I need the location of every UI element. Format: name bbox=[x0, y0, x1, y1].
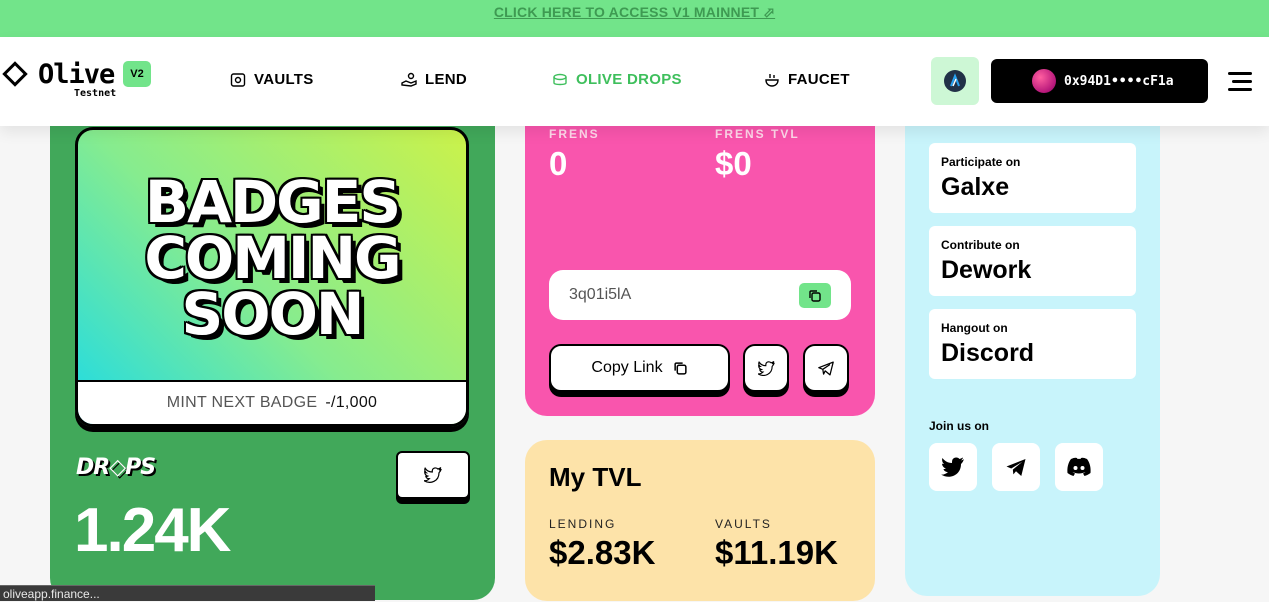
discord-link[interactable]: Hangout on Discord bbox=[929, 309, 1136, 379]
frens-value: 0 bbox=[549, 145, 568, 182]
galxe-link[interactable]: Participate on Galxe bbox=[929, 143, 1136, 213]
hamburger-icon[interactable] bbox=[1228, 72, 1252, 96]
twitter-icon bbox=[424, 467, 442, 483]
logo-diamond-icon bbox=[2, 61, 28, 87]
arbitrum-icon bbox=[944, 70, 966, 92]
telegram-icon bbox=[818, 360, 834, 376]
nav-label: VAULTS bbox=[254, 71, 314, 88]
badge-coming-soon-text: BADGES COMING SOON bbox=[144, 168, 401, 348]
copy-icon bbox=[673, 361, 687, 375]
discord-icon bbox=[1067, 457, 1091, 476]
twitter-icon bbox=[941, 457, 964, 477]
lending-value: $2.83K bbox=[549, 534, 656, 571]
copy-code-button[interactable] bbox=[799, 283, 831, 308]
mainnet-link[interactable]: CLICK HERE TO ACCESS V1 MAINNET ⬀ bbox=[494, 4, 775, 21]
mint-count: -/1,000 bbox=[325, 394, 378, 411]
faucet-icon bbox=[765, 73, 779, 87]
vaults-label: VAULTS bbox=[715, 517, 772, 531]
share-twitter-button[interactable] bbox=[743, 344, 789, 392]
referral-code-box: 3q01i5lA bbox=[549, 270, 851, 320]
wallet-address: 0x94D1••••cF1a bbox=[1064, 73, 1174, 89]
nav-faucet[interactable]: FAUCET bbox=[764, 71, 850, 88]
share-telegram-button[interactable] bbox=[803, 344, 849, 392]
link-caption: Hangout on bbox=[941, 321, 1008, 335]
telegram-social-button[interactable] bbox=[992, 443, 1040, 491]
logo-text: Olive bbox=[38, 59, 115, 90]
vaults-value: $11.19K bbox=[715, 534, 838, 571]
link-title: Dework bbox=[941, 256, 1032, 284]
nav-label: FAUCET bbox=[788, 71, 850, 88]
mint-next-badge-bar[interactable]: MINT NEXT BADGE -/1,000 bbox=[78, 380, 466, 424]
mint-label: MINT NEXT BADGE bbox=[166, 394, 318, 411]
logo-subtitle: Testnet bbox=[74, 88, 117, 99]
join-us-label: Join us on bbox=[929, 419, 989, 433]
browser-status-bar: oliveapp.finance... bbox=[0, 585, 375, 601]
twitter-social-button[interactable] bbox=[929, 443, 977, 491]
header: Olive Testnet V2 VAULTS LEND OLIVE DROPS… bbox=[0, 37, 1269, 126]
nav-olive-drops[interactable]: OLIVE DROPS bbox=[552, 71, 682, 88]
link-title: Galxe bbox=[941, 173, 1010, 201]
nav-lend[interactable]: LEND bbox=[401, 71, 467, 88]
referral-code: 3q01i5lA bbox=[569, 286, 632, 303]
nav-vaults[interactable]: VAULTS bbox=[230, 71, 314, 88]
mainnet-banner: CLICK HERE TO ACCESS V1 MAINNET ⬀ bbox=[0, 0, 1269, 37]
drops-logo: DR◇PS bbox=[76, 455, 156, 480]
frens-label: FRENS bbox=[549, 127, 600, 141]
link-caption: Contribute on bbox=[941, 238, 1020, 252]
drops-total: 1.24K bbox=[74, 496, 231, 565]
copy-link-button[interactable]: Copy Link bbox=[549, 344, 730, 392]
frens-tvl-label: FRENS TVL bbox=[715, 127, 800, 141]
link-caption: Participate on bbox=[941, 155, 1021, 169]
version-badge: V2 bbox=[123, 61, 151, 87]
wallet-button[interactable]: 0x94D1••••cF1a bbox=[991, 59, 1208, 103]
discord-social-button[interactable] bbox=[1055, 443, 1103, 491]
telegram-icon bbox=[1006, 458, 1026, 476]
copy-icon bbox=[809, 289, 821, 302]
drops-icon bbox=[553, 73, 567, 85]
vault-icon bbox=[230, 72, 246, 87]
frens-tvl-value: $0 bbox=[715, 145, 752, 182]
network-button[interactable] bbox=[931, 57, 979, 105]
link-title: Discord bbox=[941, 339, 1035, 367]
twitter-icon bbox=[757, 360, 775, 376]
dework-link[interactable]: Contribute on Dework bbox=[929, 226, 1136, 296]
twitter-share-button[interactable] bbox=[396, 451, 470, 499]
logo[interactable]: Olive Testnet V2 bbox=[2, 59, 162, 101]
wallet-avatar bbox=[1032, 69, 1056, 93]
badge-image: BADGES COMING SOON MINT NEXT BADGE -/1,0… bbox=[75, 127, 469, 427]
lend-icon bbox=[401, 72, 417, 87]
nav-label: OLIVE DROPS bbox=[576, 71, 682, 88]
tvl-title: My TVL bbox=[549, 462, 642, 492]
copy-link-label: Copy Link bbox=[591, 359, 663, 376]
nav-label: LEND bbox=[425, 71, 468, 88]
lending-label: LENDING bbox=[549, 517, 617, 531]
